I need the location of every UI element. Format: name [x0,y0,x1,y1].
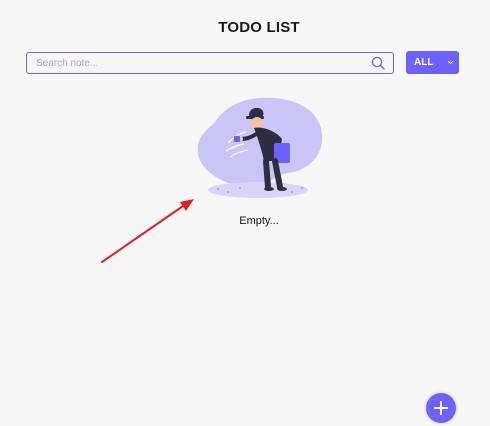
chevron-down-icon [447,60,454,65]
person-looking-empty-illustration [197,97,323,198]
red-arrow-icon [101,199,194,263]
plus-icon [434,401,448,415]
todo-app: TODO LIST ALL [0,0,490,426]
add-note-button[interactable] [426,393,456,423]
filter-selected-value: ALL [414,57,434,68]
search-input[interactable] [27,53,366,73]
page-title: TODO LIST [218,19,300,36]
search-box [26,52,394,74]
empty-state-text: Empty... [239,215,279,227]
search-icon[interactable] [371,56,385,70]
filter-select[interactable]: ALL [406,51,459,74]
